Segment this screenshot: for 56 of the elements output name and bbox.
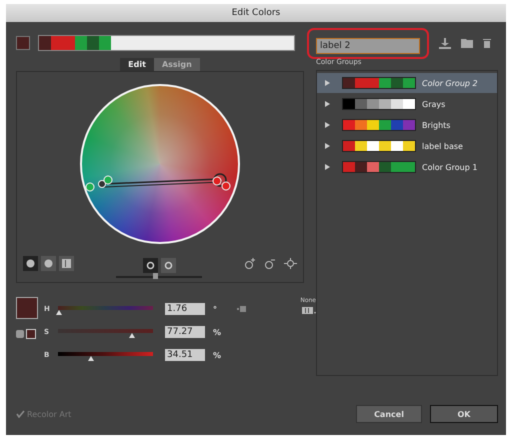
color-marker[interactable] (86, 182, 94, 192)
color-group-item[interactable]: Color Group 1 (317, 157, 497, 177)
slider-thumb[interactable] (152, 273, 158, 279)
slider-thumb[interactable] (129, 333, 136, 338)
wheel-view-button[interactable] (41, 256, 56, 270)
color-group-item[interactable]: label base (317, 136, 497, 156)
circle-icon (44, 258, 53, 268)
checkmark-icon (16, 410, 25, 418)
color-mode-icon[interactable] (302, 307, 316, 315)
wheel-view-button[interactable] (59, 256, 74, 270)
wheel-view-button[interactable] (23, 256, 38, 270)
folder-icon[interactable] (461, 38, 473, 48)
marker-ring (213, 173, 227, 187)
color-group-item[interactable]: Brights (317, 115, 497, 135)
bars-icon (62, 258, 71, 268)
color-group-item[interactable]: Grays (317, 94, 497, 114)
expand-triangle-icon[interactable] (325, 122, 330, 128)
unit-label: % (213, 328, 222, 336)
expand-triangle-icon[interactable] (325, 164, 330, 170)
unit-label: % (213, 350, 222, 360)
color-swatch[interactable] (39, 36, 51, 50)
new-group-icon[interactable] (439, 38, 451, 48)
circle-icon (26, 258, 35, 268)
expand-triangle-icon[interactable] (325, 143, 330, 149)
dialog-button[interactable]: OK (430, 405, 498, 423)
color-swatch[interactable] (87, 36, 99, 50)
color-swatch[interactable] (51, 36, 63, 50)
unit-label: ° (213, 304, 217, 314)
color-swatch[interactable] (63, 36, 75, 50)
window-title: Edit Colors (232, 8, 280, 18)
remove-color-icon[interactable] (264, 258, 276, 268)
expand-triangle-icon[interactable] (325, 80, 330, 86)
trash-icon[interactable] (483, 38, 491, 48)
wheel-mode-button[interactable] (142, 258, 158, 273)
color-group-item[interactable]: Color Group 2 (317, 73, 497, 93)
value-field[interactable]: 1.76 (165, 303, 205, 315)
color-marker[interactable] (222, 182, 230, 190)
color-swatch[interactable] (75, 36, 87, 50)
color-marker[interactable] (104, 176, 112, 184)
color-swatch[interactable] (26, 329, 36, 339)
expand-triangle-icon[interactable] (325, 101, 330, 107)
tab[interactable]: Edit (120, 58, 154, 71)
wheel-mode-button[interactable] (160, 258, 176, 273)
slider-thumb[interactable] (88, 356, 94, 361)
color-marker[interactable] (212, 176, 222, 186)
color-swatch[interactable] (99, 36, 111, 50)
current-color-swatch[interactable] (16, 36, 30, 50)
name-field[interactable]: label 2 (316, 38, 420, 54)
color-strip[interactable] (38, 35, 295, 51)
dialog-button[interactable]: Cancel (356, 405, 422, 423)
value-field[interactable]: 34.51 (165, 349, 205, 361)
add-color-icon[interactable] (244, 258, 256, 268)
link-colors-icon[interactable] (284, 258, 297, 268)
slider-thumb[interactable] (56, 310, 62, 315)
selected-color-swatch (16, 297, 38, 319)
value-field[interactable]: 77.27 (165, 326, 205, 338)
